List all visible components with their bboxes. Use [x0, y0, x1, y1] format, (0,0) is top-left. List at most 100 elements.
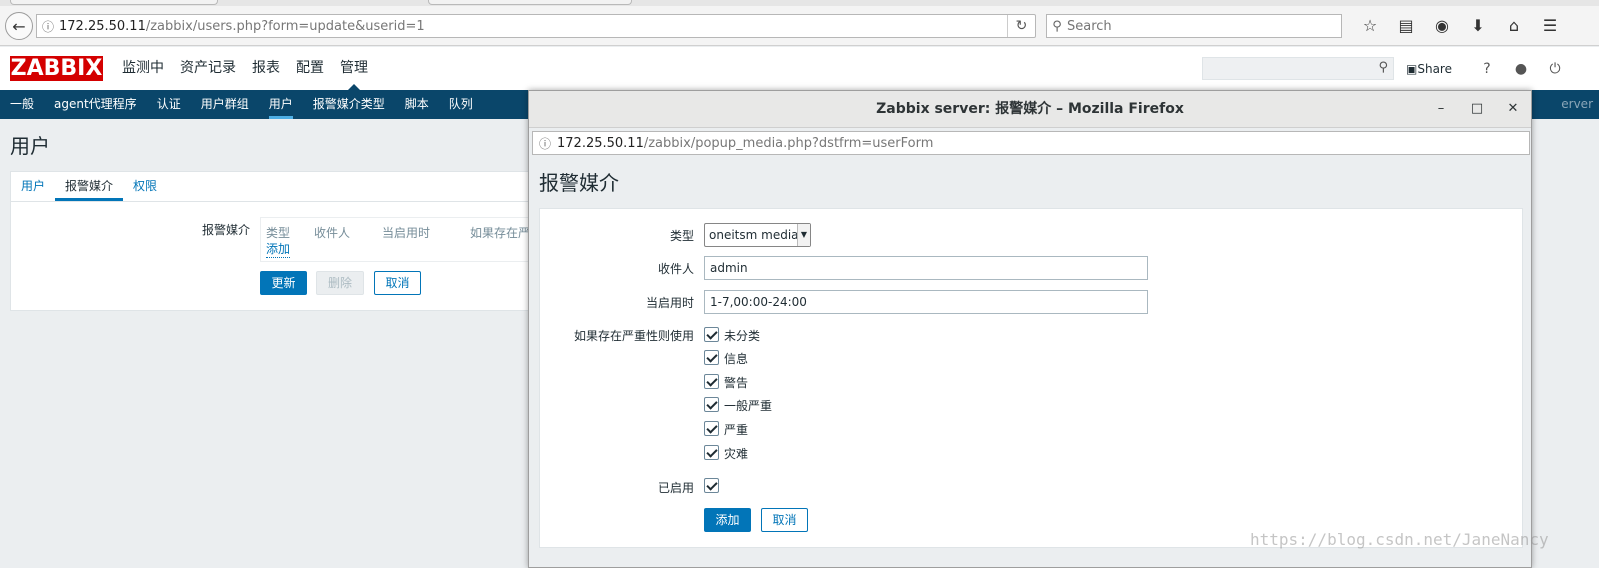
- menu-configuration[interactable]: 配置: [288, 47, 332, 90]
- tab-media[interactable]: 报警媒介: [55, 172, 124, 201]
- submenu-scripts[interactable]: 脚本: [395, 90, 439, 119]
- zabbix-header: ZABBIX 监测中 资产记录 报表 配置 管理 ⚲ ▣Share ? ● ⏻: [0, 47, 1599, 90]
- menu-administration[interactable]: 管理: [332, 47, 376, 90]
- reading-list-icon[interactable]: ▤: [1388, 14, 1424, 38]
- browser-tab[interactable]: [428, 0, 632, 5]
- url-bar[interactable]: ⓘ 172.25.50.11/zabbix/users.php?form=upd…: [36, 14, 1036, 38]
- tab-user[interactable]: 用户: [11, 172, 55, 201]
- cancel-button[interactable]: 取消: [374, 271, 421, 295]
- severity-high-checkbox[interactable]: [704, 421, 719, 436]
- delete-button[interactable]: 删除: [316, 271, 364, 295]
- popup-titlebar[interactable]: Zabbix server: 报警媒介 – Mozilla Firefox – …: [529, 91, 1531, 128]
- search-icon: ⚲: [1052, 18, 1062, 34]
- close-icon[interactable]: ✕: [1504, 100, 1522, 118]
- back-button[interactable]: ←: [5, 12, 33, 40]
- severity-option-label: 严重: [724, 423, 749, 437]
- popup-url-host: 172.25.50.11: [557, 135, 644, 151]
- server-name: erver: [1561, 97, 1593, 111]
- severity-information-checkbox[interactable]: [704, 350, 719, 365]
- severity-not-classified-checkbox[interactable]: [704, 327, 719, 342]
- watermark: https://blog.csdn.net/JaneNancy: [1250, 530, 1549, 549]
- popup-title: 报警媒介: [539, 171, 619, 195]
- zabbix-logo[interactable]: ZABBIX: [10, 56, 103, 81]
- share-label: Share: [1417, 61, 1452, 76]
- url-path: /zabbix/users.php?form=update&userid=1: [145, 18, 425, 34]
- back-arrow-icon: ←: [12, 16, 26, 36]
- severity-option-label: 信息: [724, 352, 749, 366]
- enabled-label: 已启用: [657, 481, 694, 495]
- submenu-authentication[interactable]: 认证: [147, 90, 191, 119]
- reload-icon[interactable]: ↻: [1007, 15, 1035, 37]
- browser-search-input[interactable]: [1067, 18, 1327, 34]
- type-label: 类型: [669, 229, 694, 243]
- media-popup-window: Zabbix server: 报警媒介 – Mozilla Firefox – …: [528, 90, 1532, 568]
- type-select[interactable]: oneitsm media ▼: [704, 223, 811, 247]
- share-link[interactable]: ▣Share: [1406, 62, 1452, 76]
- download-icon[interactable]: ⬇: [1460, 14, 1496, 38]
- browser-search[interactable]: ⚲: [1046, 14, 1342, 38]
- media-form: 类型 oneitsm media ▼ 收件人 admin 当启用时 1-7,00…: [539, 208, 1523, 548]
- url-text: 172.25.50.11/zabbix/users.php?form=updat…: [59, 19, 425, 34]
- col-severity: 如果存在严: [470, 226, 531, 240]
- submenu-media-types[interactable]: 报警媒介类型: [303, 90, 395, 119]
- top-menu: 监测中 资产记录 报表 配置 管理: [114, 47, 376, 90]
- severity-option-label: 一般严重: [724, 399, 773, 413]
- menu-monitoring[interactable]: 监测中: [114, 47, 172, 90]
- popup-url-bar[interactable]: ⓘ 172.25.50.11/zabbix/popup_media.php?ds…: [532, 131, 1530, 155]
- share-icon: ▣: [1406, 61, 1418, 76]
- severity-option-label: 未分类: [724, 329, 761, 343]
- pocket-icon[interactable]: ◉: [1424, 14, 1460, 38]
- submenu-user-groups[interactable]: 用户群组: [191, 90, 259, 119]
- popup-add-button[interactable]: 添加: [704, 508, 751, 532]
- submenu-proxies[interactable]: agent代理程序: [44, 90, 147, 119]
- submenu-general[interactable]: 一般: [0, 90, 44, 119]
- submenu-users[interactable]: 用户: [259, 90, 303, 119]
- add-media-link[interactable]: 添加: [266, 240, 291, 258]
- page-title: 用户: [10, 134, 50, 158]
- menu-inventory[interactable]: 资产记录: [172, 47, 244, 90]
- popup-url-text: 172.25.50.11/zabbix/popup_media.php?dstf…: [557, 136, 933, 151]
- period-label: 当启用时: [645, 296, 694, 310]
- dropdown-arrow-icon: ▼: [797, 224, 810, 246]
- browser-navbar: ← ⓘ 172.25.50.11/zabbix/users.php?form=u…: [0, 6, 1599, 46]
- popup-window-title: Zabbix server: 报警媒介 – Mozilla Firefox: [876, 101, 1184, 117]
- update-button[interactable]: 更新: [260, 271, 307, 295]
- col-type: 类型: [266, 226, 291, 240]
- browser-toolbar: ☆ ▤ ◉ ⬇ ⌂ ☰: [1352, 14, 1568, 38]
- search-icon[interactable]: ⚲: [1378, 60, 1388, 75]
- period-input[interactable]: 1-7,00:00-24:00: [704, 290, 1148, 314]
- media-table: 类型 收件人 当启用时 如果存在严 添加: [260, 217, 550, 262]
- media-label: 报警媒介: [202, 223, 251, 237]
- logout-icon[interactable]: ⏻: [1538, 61, 1572, 77]
- severity-average-checkbox[interactable]: [704, 397, 719, 412]
- menu-reports[interactable]: 报表: [244, 47, 288, 90]
- sendto-input[interactable]: admin: [704, 256, 1148, 280]
- col-when-active: 当启用时: [382, 226, 431, 240]
- browser-tab[interactable]: [10, 0, 218, 5]
- maximize-icon[interactable]: □: [1468, 100, 1486, 118]
- type-select-value: oneitsm media: [709, 228, 799, 242]
- popup-url-path: /zabbix/popup_media.php?dstfrm=userForm: [643, 135, 934, 151]
- info-icon[interactable]: ⓘ: [533, 135, 557, 152]
- sendto-label: 收件人: [657, 262, 694, 276]
- severity-label: 如果存在严重性则使用: [573, 329, 694, 343]
- col-sendto: 收件人: [314, 226, 351, 240]
- url-host: 172.25.50.11: [59, 18, 146, 34]
- severity-disaster-checkbox[interactable]: [704, 445, 719, 460]
- severity-warning-checkbox[interactable]: [704, 374, 719, 389]
- minimize-icon[interactable]: –: [1432, 100, 1450, 118]
- enabled-checkbox[interactable]: [704, 478, 719, 493]
- help-icon[interactable]: ?: [1470, 61, 1504, 77]
- tab-permissions[interactable]: 权限: [123, 172, 167, 201]
- submenu-queue[interactable]: 队列: [439, 90, 483, 119]
- severity-option-label: 警告: [724, 376, 749, 390]
- hamburger-menu-icon[interactable]: ☰: [1532, 14, 1568, 38]
- bookmark-star-icon[interactable]: ☆: [1352, 14, 1388, 38]
- info-icon[interactable]: ⓘ: [37, 18, 59, 35]
- severity-option-label: 灾难: [724, 447, 749, 461]
- header-search-input[interactable]: ⚲: [1202, 57, 1394, 80]
- header-right: ▣Share ? ● ⏻: [1406, 57, 1572, 80]
- user-profile-icon[interactable]: ●: [1504, 61, 1538, 77]
- popup-cancel-button[interactable]: 取消: [761, 508, 808, 532]
- home-icon[interactable]: ⌂: [1496, 14, 1532, 38]
